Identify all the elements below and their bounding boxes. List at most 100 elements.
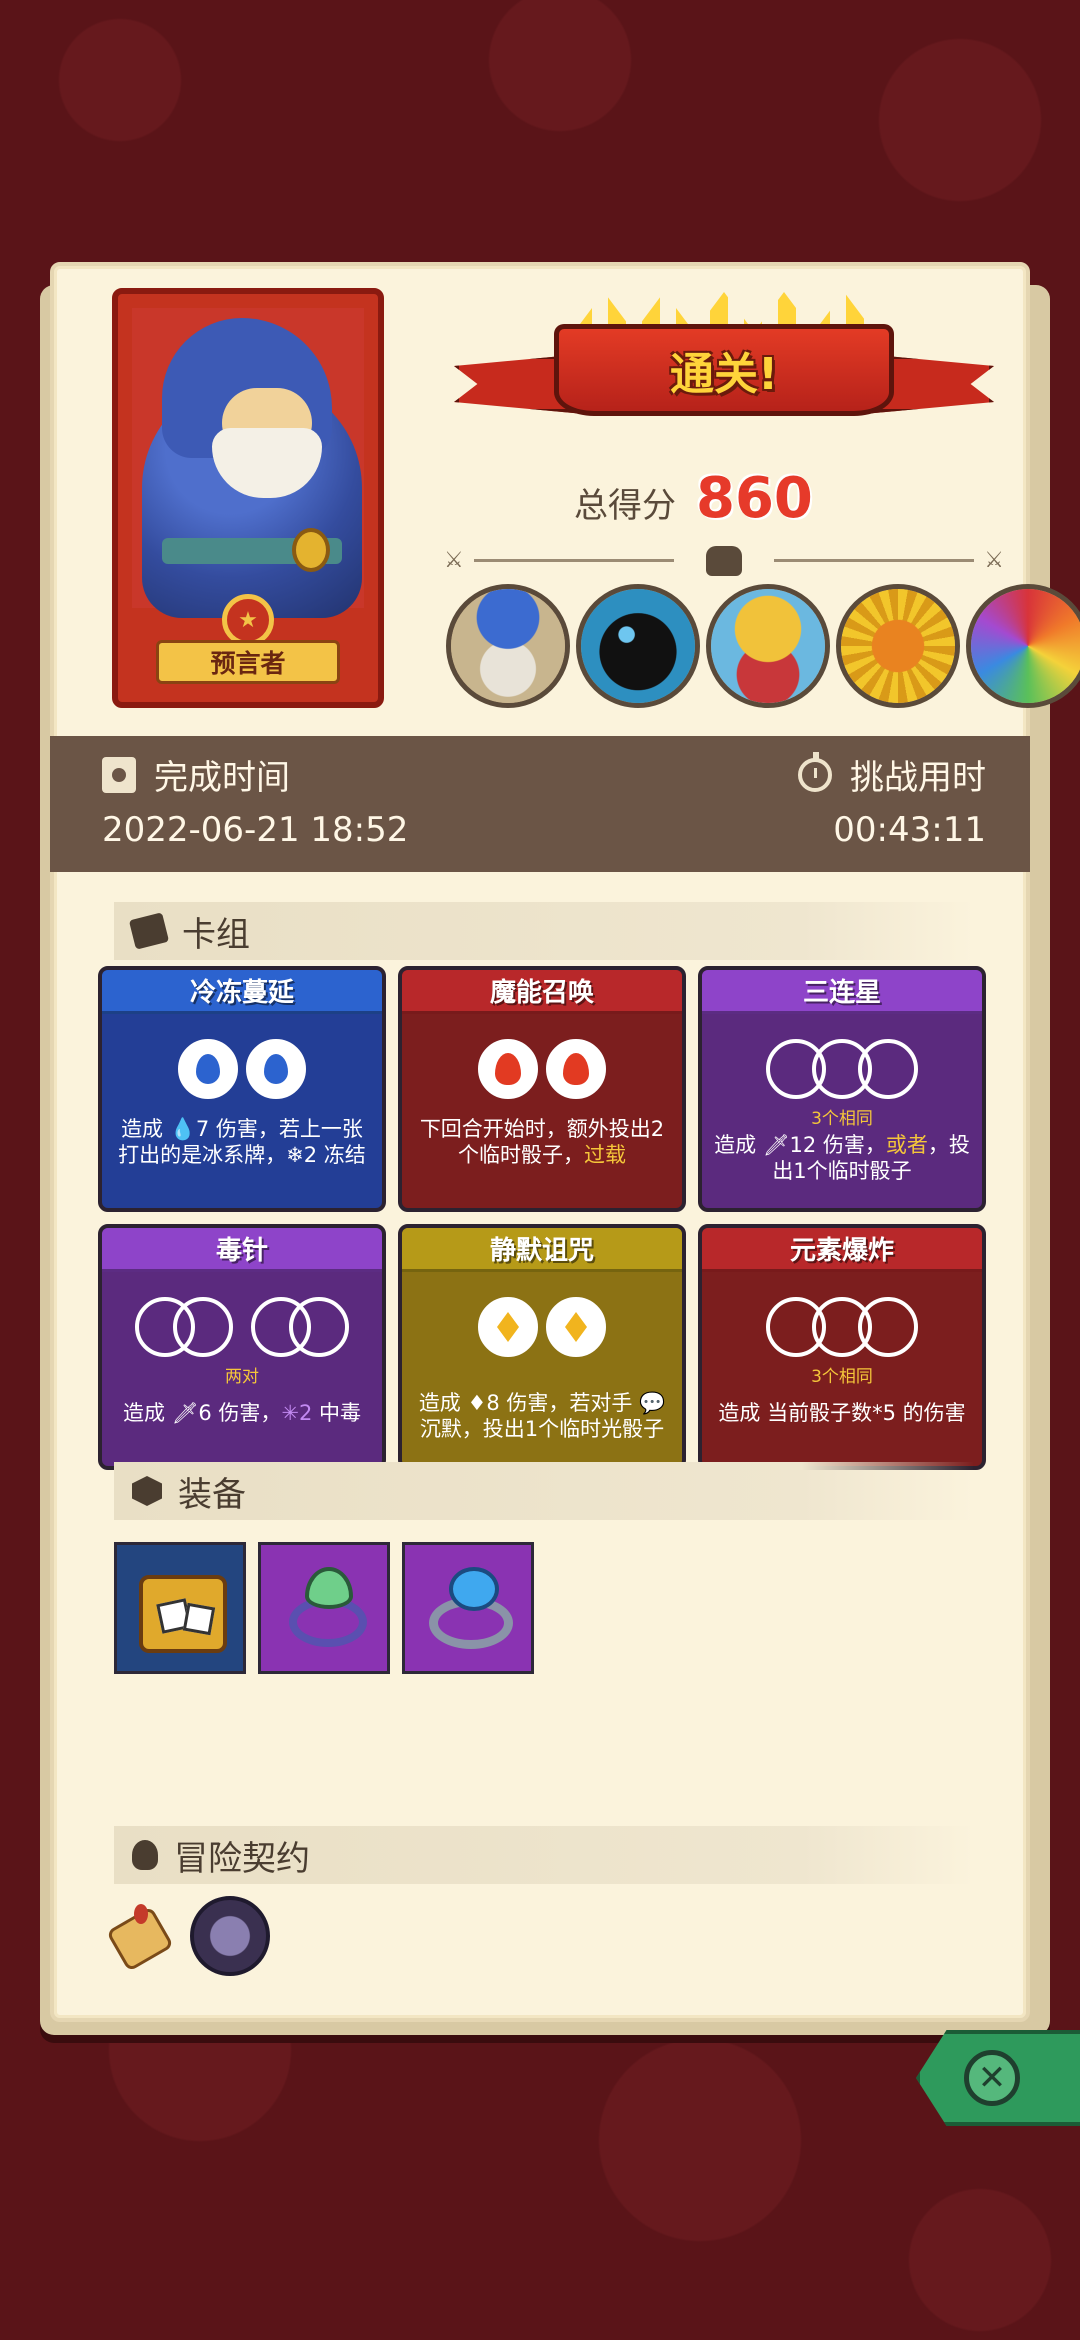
score-label: 总得分	[574, 486, 676, 526]
card-condition: 3个相同	[811, 1109, 873, 1129]
boss-rainbow-dragon[interactable]	[966, 584, 1080, 708]
box-icon	[132, 1476, 162, 1506]
card-poison-needle[interactable]: 毒针 两对 造成 🗡6 伤害，✳2 中毒	[98, 1224, 386, 1470]
card-condition: 两对	[225, 1367, 259, 1387]
dice-slot	[858, 1297, 918, 1357]
hero-portrait	[132, 308, 364, 618]
card-keyword-poison: ✳2	[281, 1401, 313, 1425]
score-row: 总得分 860	[574, 466, 813, 531]
equipment-sapphire-ring[interactable]	[402, 1542, 534, 1674]
dice-slot	[173, 1297, 233, 1357]
water-dice-slot	[178, 1039, 238, 1099]
hero-card[interactable]: ★ 预言者	[112, 288, 384, 708]
card-title: 元素爆炸	[702, 1228, 982, 1272]
card-description: 造成 🗡12 伤害，或者，投出1个临时骰子	[714, 1132, 970, 1184]
dice-slots	[102, 1292, 382, 1362]
card-title: 静默诅咒	[402, 1228, 682, 1272]
crossed-swords-icon: ⚔	[444, 548, 464, 573]
diamond-icon	[565, 1312, 587, 1342]
card-desc-text: 下回合开始时，额外投出2个临时骰子，	[419, 1117, 665, 1167]
stopwatch-icon	[798, 751, 832, 792]
deck-header: 卡组	[114, 902, 974, 960]
close-button[interactable]: ✕	[964, 2050, 1020, 2106]
person-icon	[132, 1840, 158, 1870]
fire-dice-slot	[478, 1039, 538, 1099]
score-value: 860	[696, 466, 813, 531]
challenge-time-value: 00:43:11	[833, 810, 986, 850]
wizard-amulet	[292, 528, 330, 572]
film-icon	[102, 756, 136, 793]
card-desc-text: 造成 🗡6 伤害，	[122, 1401, 282, 1425]
card-frost-spread[interactable]: 冷冻蔓延 造成 💧7 伤害，若上一张打出的是冰系牌，❄2 冻结	[98, 966, 386, 1212]
card-condition: 3个相同	[811, 1367, 873, 1387]
boss-pumpkin-sun[interactable]	[836, 584, 960, 708]
contract-list	[104, 1896, 270, 1976]
divider-line	[774, 559, 974, 562]
fire-dice-slot	[546, 1039, 606, 1099]
card-silence-curse[interactable]: 静默诅咒 造成 ♦8 伤害，若对手 💬沉默，投出1个临时光骰子	[398, 1224, 686, 1470]
diamond-icon	[497, 1312, 519, 1342]
boss-shadow-beast[interactable]	[576, 584, 700, 708]
deck-header-text: 卡组	[182, 914, 250, 955]
contract-header-text: 冒险契约	[174, 1838, 310, 1879]
close-icon: ✕	[977, 2058, 1007, 2098]
dice-slot	[289, 1297, 349, 1357]
contract-dark-crystal[interactable]	[190, 1896, 270, 1976]
divider-line	[474, 559, 674, 562]
card-description: 造成 🗡6 伤害，✳2 中毒	[114, 1400, 370, 1426]
complete-time-text: 完成时间	[154, 758, 290, 798]
boss-divider: ⚔ ⚔	[444, 546, 1004, 576]
light-dice-slot	[478, 1297, 538, 1357]
card-keyword-overload: 过载	[584, 1143, 626, 1167]
skull-icon	[706, 546, 742, 576]
dice-icon	[182, 1602, 216, 1636]
light-dice-slot	[546, 1297, 606, 1357]
card-description: 造成 💧7 伤害，若上一张打出的是冰系牌，❄2 冻结	[118, 1117, 366, 1167]
dice-slots	[702, 1034, 982, 1104]
cards-icon	[128, 912, 170, 950]
water-drop-icon	[264, 1054, 288, 1084]
victory-ribbon: 通关!	[454, 292, 994, 434]
card-title: 冷冻蔓延	[102, 970, 382, 1014]
card-title: 毒针	[102, 1228, 382, 1272]
complete-time-value: 2022-06-21 18:52	[102, 810, 409, 850]
flame-icon	[495, 1053, 521, 1085]
dice-slots	[402, 1292, 682, 1362]
contract-scroll[interactable]	[104, 1896, 176, 1976]
challenge-time-label: 挑战用时	[798, 750, 986, 799]
card-arcane-summon[interactable]: 魔能召唤 下回合开始时，额外投出2个临时骰子，过载	[398, 966, 686, 1212]
hero-name: 预言者	[156, 640, 340, 684]
card-triple-star[interactable]: 三连星 3个相同 造成 🗡12 伤害，或者，投出1个临时骰子	[698, 966, 986, 1212]
challenge-time-text: 挑战用时	[850, 758, 986, 798]
crossed-swords-icon: ⚔	[984, 548, 1004, 573]
flame-icon	[563, 1053, 589, 1085]
card-title: 三连星	[702, 970, 982, 1014]
boss-golden-mask[interactable]	[706, 584, 830, 708]
medal-icon: ★	[222, 594, 274, 646]
equipment-dice-chest[interactable]	[114, 1542, 246, 1674]
victory-title: 通关!	[554, 324, 894, 416]
boss-mushroom-elder[interactable]	[446, 584, 570, 708]
equipment-leaf-ring[interactable]	[258, 1542, 390, 1674]
equipment-list	[114, 1542, 534, 1674]
time-bar: 完成时间 2022-06-21 18:52 挑战用时 00:43:11	[50, 736, 1030, 872]
sapphire-gem-icon	[449, 1567, 499, 1611]
contract-header: 冒险契约	[114, 1826, 974, 1884]
card-desc-text: 中毒	[312, 1401, 362, 1425]
complete-time-label: 完成时间	[102, 750, 290, 799]
water-dice-slot	[246, 1039, 306, 1099]
leaf-gem-icon	[305, 1567, 353, 1609]
equipment-header-text: 装备	[178, 1474, 246, 1515]
dice-slot	[858, 1039, 918, 1099]
result-panel: ★ 预言者 通关! 总得分 860 ⚔ ⚔ 完成时间 2022-06-21 18…	[50, 262, 1080, 2022]
equipment-header: 装备	[114, 1462, 974, 1520]
ribbon-icon	[134, 1904, 148, 1924]
card-elemental-burst[interactable]: 元素爆炸 3个相同 造成 当前骰子数*5 的伤害	[698, 1224, 986, 1470]
dice-pair	[135, 1297, 233, 1357]
card-desc-text: 造成 🗡12 伤害，	[714, 1133, 886, 1157]
water-drop-icon	[196, 1054, 220, 1084]
dice-slots	[402, 1034, 682, 1104]
card-keyword-or: 或者	[885, 1133, 928, 1157]
dice-pair	[251, 1297, 349, 1357]
card-description: 下回合开始时，额外投出2个临时骰子，过载	[414, 1116, 670, 1168]
